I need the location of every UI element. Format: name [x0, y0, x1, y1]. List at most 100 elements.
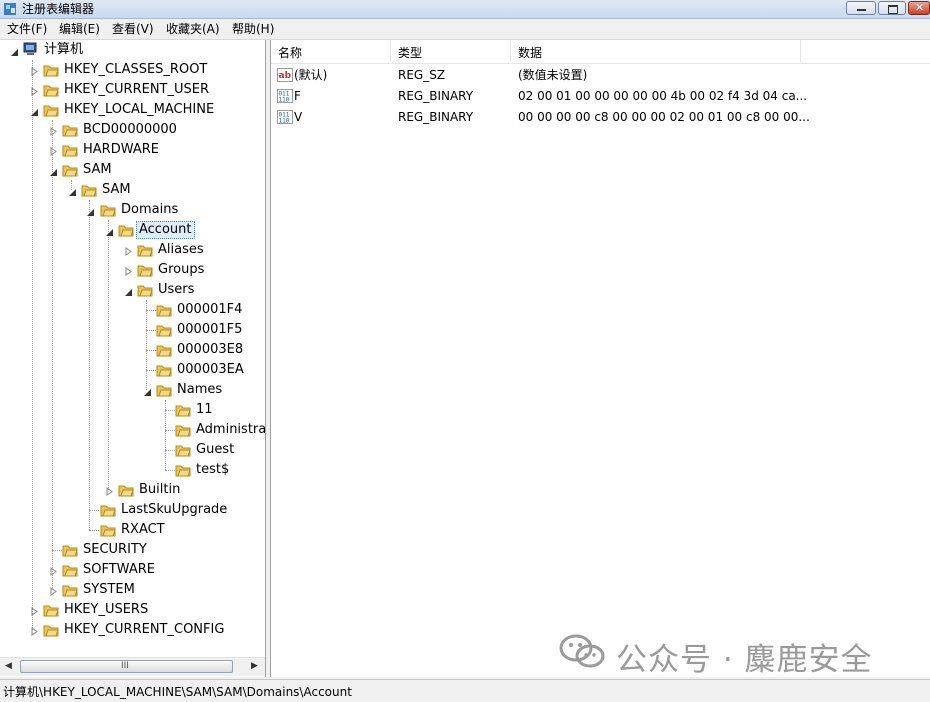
tree-node-hku[interactable]: HKEY_USERS: [0, 600, 265, 620]
expand-arrow-icon[interactable]: [30, 625, 39, 636]
tree-node-account[interactable]: Account: [0, 220, 265, 240]
value-name: F: [294, 89, 301, 103]
list-item[interactable]: 011 110 F REG_BINARY 02 00 01 00 00 00 00…: [271, 85, 930, 106]
registry-tree[interactable]: 计算机 HKEY_CLASSES_ROOT HKEY_CURRENT_USER …: [0, 40, 266, 677]
folder-icon: [156, 345, 172, 357]
expand-arrow-icon[interactable]: [105, 485, 114, 496]
tree-node-groups[interactable]: Groups: [0, 260, 265, 280]
menu-favorites[interactable]: 收藏夹(A): [165, 21, 221, 37]
menu-edit[interactable]: 编辑(E): [58, 21, 101, 37]
collapse-arrow-icon[interactable]: [30, 106, 39, 116]
tree-node-system[interactable]: SYSTEM: [0, 580, 265, 600]
tree-node-computer[interactable]: 计算机: [0, 40, 265, 60]
scroll-left-icon[interactable]: ◀: [5, 661, 12, 671]
expand-arrow-icon[interactable]: [30, 65, 39, 76]
collapse-arrow-icon[interactable]: [105, 226, 114, 236]
tree-node-name-11[interactable]: 11: [0, 400, 265, 420]
tree-label: HKEY_USERS: [64, 602, 149, 617]
tree-node-user-1f5[interactable]: 000001F5: [0, 320, 265, 340]
collapse-arrow-icon[interactable]: [10, 46, 19, 56]
tree-node-name-administrator[interactable]: Administrat: [0, 420, 265, 440]
tree-label: LastSkuUpgrade: [121, 502, 228, 517]
tree-node-hkcr[interactable]: HKEY_CLASSES_ROOT: [0, 60, 265, 80]
folder-icon: [137, 265, 153, 277]
menu-view[interactable]: 查看(V): [111, 21, 155, 37]
watermark-text: 公众号 · 麋鹿安全: [616, 642, 873, 678]
tree-node-software[interactable]: SOFTWARE: [0, 560, 265, 580]
title-bar: 注册表编辑器 ✕: [0, 0, 930, 19]
collapse-arrow-icon[interactable]: [143, 386, 152, 396]
folder-icon: [156, 385, 172, 397]
computer-icon: [23, 42, 37, 55]
tree-label: SECURITY: [83, 542, 147, 557]
folder-icon: [43, 625, 59, 637]
binary-value-icon: 011110: [277, 110, 293, 125]
tree-node-hklm[interactable]: HKEY_LOCAL_MACHINE: [0, 100, 265, 120]
tree-node-name-guest[interactable]: Guest: [0, 440, 265, 460]
tree-node-builtin[interactable]: Builtin: [0, 480, 265, 500]
tree-label: Builtin: [139, 482, 181, 497]
svg-text:110: 110: [279, 118, 290, 125]
collapse-arrow-icon[interactable]: [124, 286, 133, 296]
folder-icon: [81, 185, 97, 197]
tree-label: SYSTEM: [83, 582, 135, 597]
expand-arrow-icon[interactable]: [30, 605, 39, 616]
horizontal-scrollbar[interactable]: ◀ III ▶: [0, 657, 265, 676]
expand-arrow-icon[interactable]: [49, 565, 58, 576]
expand-arrow-icon[interactable]: [124, 245, 133, 256]
expand-arrow-icon[interactable]: [49, 145, 58, 156]
folder-icon: [100, 525, 116, 537]
value-name: (默认): [294, 68, 328, 82]
close-button[interactable]: ✕: [908, 1, 930, 15]
tree-label: Guest: [196, 442, 235, 457]
tree-node-hkcc[interactable]: HKEY_CURRENT_CONFIG: [0, 620, 265, 640]
tree-node-name-test[interactable]: test$: [0, 460, 265, 480]
tree-node-domains[interactable]: Domains: [0, 200, 265, 220]
collapse-arrow-icon[interactable]: [86, 206, 95, 216]
values-list[interactable]: 名称 类型 数据 ab (默认) REG_SZ (数值未设置) 011 110 F…: [270, 40, 930, 677]
expand-arrow-icon[interactable]: [30, 85, 39, 96]
menu-help[interactable]: 帮助(H): [231, 21, 275, 37]
collapse-arrow-icon[interactable]: [49, 166, 58, 176]
tree-node-user-1f4[interactable]: 000001F4: [0, 300, 265, 320]
column-header-label: 名称: [278, 46, 303, 60]
tree-node-bcd[interactable]: BCD00000000: [0, 120, 265, 140]
expand-arrow-icon[interactable]: [49, 125, 58, 136]
expand-arrow-icon[interactable]: [124, 265, 133, 276]
maximize-icon: [888, 5, 898, 14]
tree-label: Administrat: [196, 422, 266, 437]
tree-node-sam-inner[interactable]: SAM: [0, 180, 265, 200]
tree-node-user-3e8[interactable]: 000003E8: [0, 340, 265, 360]
tree-node-security[interactable]: SECURITY: [0, 540, 265, 560]
maximize-button[interactable]: [878, 1, 906, 15]
tree-node-lastskuupgrade[interactable]: LastSkuUpgrade: [0, 500, 265, 520]
tree-node-hkcu[interactable]: HKEY_CURRENT_USER: [0, 80, 265, 100]
collapse-arrow-icon[interactable]: [68, 186, 77, 196]
list-item[interactable]: 011 110 V REG_BINARY 00 00 00 00 c8 00 00…: [271, 106, 930, 127]
scroll-right-icon[interactable]: ▶: [251, 661, 258, 671]
tree-label: HKEY_CURRENT_USER: [64, 82, 210, 97]
svg-text:110: 110: [279, 97, 290, 104]
tree-label: 000003EA: [177, 362, 244, 377]
tree-node-aliases[interactable]: Aliases: [0, 240, 265, 260]
value-type: REG_BINARY: [398, 110, 474, 124]
window-title: 注册表编辑器: [22, 2, 95, 16]
scrollbar-thumb[interactable]: III: [20, 660, 233, 673]
list-item[interactable]: ab (默认) REG_SZ (数值未设置): [271, 64, 930, 85]
column-header-data[interactable]: 数据: [511, 40, 801, 62]
value-data: 02 00 01 00 00 00 00 00 4b 00 02 f4 3d 0…: [518, 89, 808, 103]
tree-node-sam[interactable]: SAM: [0, 160, 265, 180]
minimize-button[interactable]: [846, 1, 876, 15]
value-name: V: [294, 110, 303, 124]
tree-node-rxact[interactable]: RXACT: [0, 520, 265, 540]
tree-label: Groups: [158, 262, 205, 277]
menu-file[interactable]: 文件(F): [6, 21, 48, 37]
tree-node-users[interactable]: Users: [0, 280, 265, 300]
list-header: 名称 类型 数据: [271, 40, 930, 64]
column-header-name[interactable]: 名称: [271, 40, 391, 62]
tree-node-names[interactable]: Names: [0, 380, 265, 400]
tree-node-user-3ea[interactable]: 000003EA: [0, 360, 265, 380]
tree-node-hardware[interactable]: HARDWARE: [0, 140, 265, 160]
column-header-type[interactable]: 类型: [391, 40, 511, 62]
expand-arrow-icon[interactable]: [49, 585, 58, 596]
